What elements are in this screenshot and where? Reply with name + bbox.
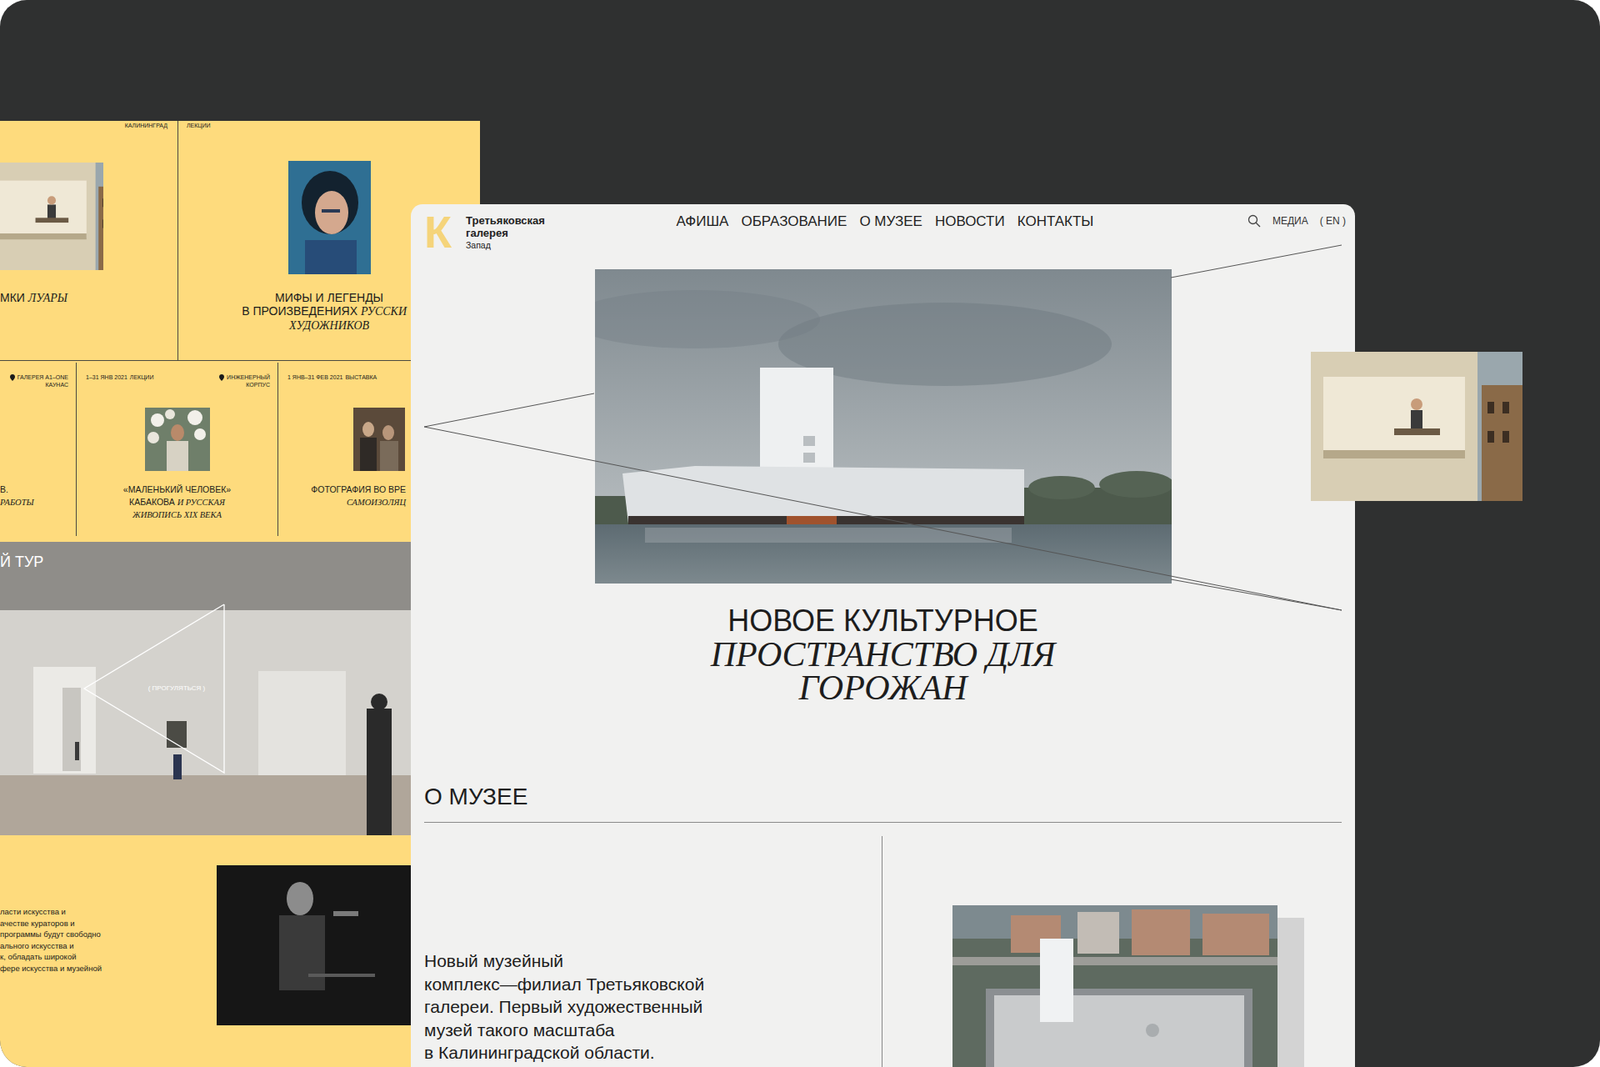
gallery-photo (0, 541, 480, 835)
museum-building-image (595, 269, 1172, 584)
event-title-line: ЖИВОПИСЬ XIX ВЕКА (123, 508, 231, 521)
floating-painting (1310, 351, 1523, 501)
header-tools: МЕДИА ( EN ) (1247, 212, 1346, 230)
about-text-line: программы будут свободно (0, 928, 217, 940)
about-text-line: ачестве кураторов и (0, 917, 217, 930)
event-title: «МАЛЕНЬКИЙ ЧЕЛОВЕК»КАБАКОВА И РУССКАЯЖИВ… (123, 483, 231, 521)
event-title-line: КАБАКОВА И РУССКАЯ (123, 495, 231, 509)
search-icon[interactable] (1247, 214, 1261, 228)
photo-image (353, 407, 405, 471)
events-page: КАЛИНИНГРАДМКИ ЛУАРЫЛЕКЦИИМИФЫ И ЛЕГЕНДЫ… (0, 120, 480, 1067)
nav-item[interactable]: НОВОСТИ (935, 212, 1005, 231)
portrait-image (288, 160, 371, 275)
event-title-line: САМОИЗОЛЯЦ (278, 495, 406, 509)
nav-item[interactable]: АФИША (676, 212, 730, 231)
event-location: КАЛИНИНГРАД (125, 121, 168, 136)
painting-image (0, 162, 104, 270)
section-heading: О МУЗЕЕ (424, 782, 1342, 823)
showcase-canvas: КАЛИНИНГРАДМКИ ЛУАРЫЛЕКЦИИМИФЫ И ЛЕГЕНДЫ… (0, 0, 1600, 1067)
logo-mark: К (424, 212, 456, 251)
event-labels: 1–31 ЯНВ 2021ЛЕКЦИИ ИНЖЕНЕРНЫЙКОРПУС (76, 362, 278, 389)
nav-item[interactable]: ОБРАЗОВАНИЕ (740, 212, 847, 231)
painting-image (145, 407, 210, 471)
about-text-line: к, обладать широкой (0, 950, 217, 963)
about-text-line: ального искусства и (0, 940, 217, 952)
headline-line: НОВОЕ КУЛЬТУРНОЕ (410, 604, 1355, 638)
events-row: ГАЛЕРЕЯ А1–ONEКАУНАСВ.РАБОТЫ1–31 ЯНВ 202… (0, 362, 480, 536)
event-card[interactable]: КАЛИНИНГРАД МКИ ЛУАРЫ (0, 120, 179, 360)
event-title-line: РАБОТЫ (0, 495, 76, 509)
virtual-tour: Й ТУР ( ПРОГУЛЯТЬСЯ ) (0, 541, 480, 835)
language-switch[interactable]: ( EN ) (1320, 214, 1346, 228)
about-text-line: галереи. Первый художественный (424, 995, 882, 1019)
about-text-line: музей такого масштаба (424, 1018, 882, 1042)
headline-italic-line: ПРОСТРАНСТВО ДЛЯ (410, 637, 1355, 671)
hero (410, 269, 1355, 584)
decorative-lines (410, 235, 1355, 620)
event-labels: ГАЛЕРЕЯ А1–ONEКАУНАС (0, 362, 76, 389)
about-grid: Новый музейныйкомплекс—филиал Третьяковс… (410, 835, 1355, 1067)
location-pin-icon (10, 374, 15, 381)
event-card[interactable]: 1–31 ЯНВ 2021ЛЕКЦИИ ИНЖЕНЕРНЫЙКОРПУС «МАЛЕ… (76, 362, 279, 536)
event-title-line: «МАЛЕНЬКИЙ ЧЕЛОВЕК» (123, 483, 231, 496)
about-text-line: комплекс—филиал Третьяковской (424, 972, 882, 996)
location-pin-icon (219, 374, 225, 381)
about-section: ласти искусства иачестве кураторов ипрог… (0, 835, 480, 1067)
about-text-line: в Калининградской области. (424, 1040, 882, 1065)
logo[interactable]: КТретьяковскаягалереяЗапад (424, 212, 677, 251)
event-date: 1 ЯНВ–31 ФЕВ 2021ВЫСТАВКА (287, 373, 377, 389)
about-text-line: Новый музейный (424, 949, 882, 973)
media-link[interactable]: МЕДИА (1272, 214, 1309, 228)
nav-item[interactable]: КОНТАКТЫ (1017, 212, 1095, 231)
site-header: КТретьяковскаягалереяЗападАФИШАОБРАЗОВАН… (410, 204, 1355, 270)
about-image-column (882, 835, 1355, 1067)
event-title: МКИ ЛУАРЫ (0, 290, 68, 305)
event-title-line: ФОТОГРАФИЯ ВО ВРЕ (278, 483, 406, 496)
event-title-line: МКИ ЛУАРЫ (0, 290, 68, 305)
event-labels: КАЛИНИНГРАД (0, 120, 178, 136)
about-text-line: фере искусства и музейной (0, 962, 217, 975)
logo-text: ТретьяковскаягалереяЗапад (465, 212, 545, 251)
about-text: ласти искусства иачестве кураторов ипрог… (0, 835, 217, 1067)
event-location: ИНЖЕНЕРНЫЙКОРПУС (219, 373, 270, 389)
nav-item[interactable]: О МУЗЕЕ (859, 212, 922, 231)
about-text-line: ласти искусства и (0, 905, 217, 918)
museum-page: КТретьяковскаягалереяЗападАФИШАОБРАЗОВАН… (410, 204, 1355, 1067)
headline: НОВОЕ КУЛЬТУРНОЕПРОСТРАНСТВО ДЛЯГОРОЖАН (410, 604, 1355, 705)
event-location: ГАЛЕРЕЯ А1–ONEКАУНАС (10, 373, 69, 389)
headline-italic-line: ГОРОЖАН (410, 670, 1355, 705)
about-text: Новый музейныйкомплекс—филиал Третьяковс… (410, 835, 883, 1067)
event-title: В.РАБОТЫ (0, 483, 76, 509)
event-title-line: В. (0, 483, 76, 496)
event-date: ЛЕКЦИИ (186, 121, 211, 136)
walk-button[interactable]: ( ПРОГУЛЯТЬСЯ ) (135, 683, 219, 694)
event-card[interactable]: ГАЛЕРЕЯ А1–ONEКАУНАС В.РАБОТЫ (0, 362, 77, 536)
main-nav: АФИША ОБРАЗОВАНИЕ О МУЗЕЕ НОВОСТИ КОНТАКТЫ (676, 212, 1095, 231)
event-labels: ЛЕКЦИИ (178, 120, 480, 136)
tour-title: Й ТУР (0, 552, 44, 571)
aerial-image (952, 905, 1278, 1067)
featured-events-row: КАЛИНИНГРАДМКИ ЛУАРЫЛЕКЦИИМИФЫ И ЛЕГЕНДЫ… (0, 120, 480, 361)
event-date: 1–31 ЯНВ 2021ЛЕКЦИИ (85, 373, 154, 389)
